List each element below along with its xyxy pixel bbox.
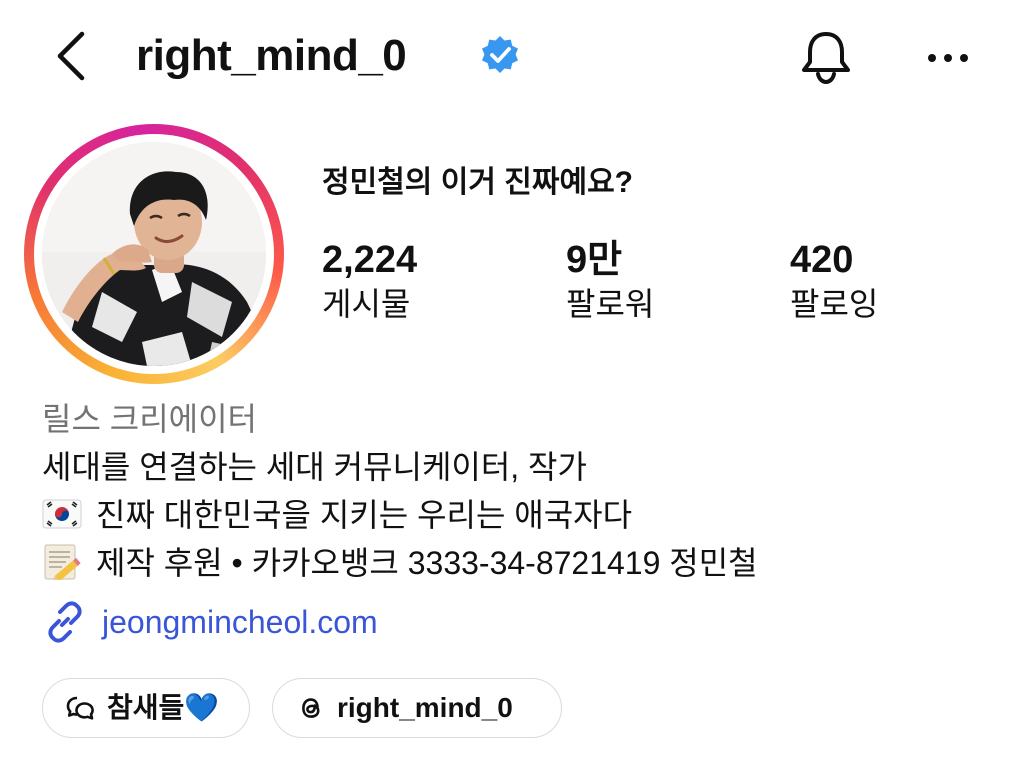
avatar-border — [34, 134, 274, 374]
profile-username: right_mind_0 — [136, 31, 407, 80]
link-icon — [48, 601, 82, 643]
broadcast-channel-label: 참새들💙 — [107, 692, 220, 723]
website-link[interactable]: jeongmincheol.com — [42, 600, 378, 644]
avatar — [42, 142, 266, 366]
back-button[interactable] — [48, 26, 96, 86]
story-ring[interactable] — [24, 124, 284, 384]
more-options-button[interactable] — [920, 34, 976, 82]
broadcast-channel-button[interactable]: 참새들💙 — [42, 678, 250, 738]
profile-display-name: 정민철의 이거 진짜예요? — [322, 166, 633, 199]
more-horizontal-icon — [928, 54, 968, 62]
profile-category: 릴스 크리에이터 — [42, 401, 257, 437]
bell-icon — [802, 32, 850, 85]
broadcast-channel-icon — [66, 696, 94, 720]
memo-icon — [42, 544, 82, 583]
threads-icon — [302, 698, 320, 718]
followers-label[interactable]: 팔로워 — [566, 284, 654, 324]
verified-badge-icon — [478, 34, 522, 78]
threads-username: right_mind_0 — [337, 692, 513, 723]
bio-line: 진짜 대한민국을 지키는 우리는 애국자다 — [42, 495, 632, 535]
posts-count[interactable]: 2,224 — [322, 238, 417, 282]
profile-photo — [42, 142, 266, 366]
website-link-text[interactable]: jeongmincheol.com — [102, 602, 378, 642]
notifications-button[interactable] — [796, 26, 856, 88]
bio-line: 제작 후원 • 카카오뱅크 3333-34-8721419 정민철 — [42, 543, 758, 583]
threads-profile-button[interactable]: right_mind_0 — [272, 678, 562, 738]
followers-count[interactable]: 9만 — [566, 238, 622, 282]
bio-line-text: 제작 후원 • 카카오뱅크 3333-34-8721419 정민철 — [96, 545, 758, 581]
following-count[interactable]: 420 — [790, 238, 853, 282]
posts-label[interactable]: 게시물 — [322, 284, 410, 324]
bio-line-text: 진짜 대한민국을 지키는 우리는 애국자다 — [96, 497, 633, 533]
korea-flag-icon — [42, 496, 82, 532]
bio-line: 세대를 연결하는 세대 커뮤니케이터, 작가 — [42, 449, 587, 485]
chevron-left-icon — [57, 31, 85, 81]
following-label[interactable]: 팔로잉 — [790, 284, 878, 324]
